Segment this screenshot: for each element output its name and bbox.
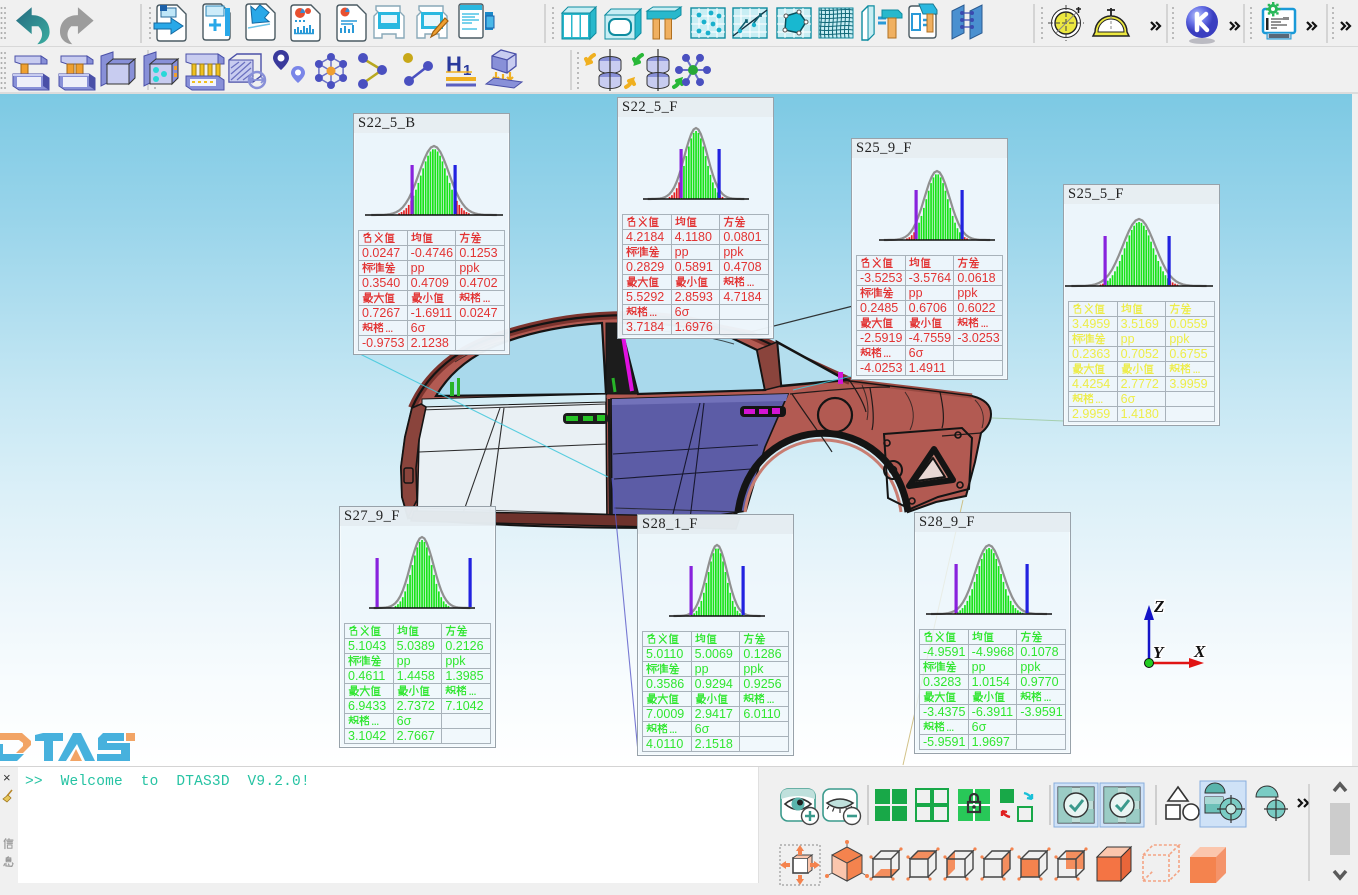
svg-text:Z: Z (1153, 597, 1164, 616)
svg-text:1: 1 (463, 62, 471, 79)
svg-text:Y: Y (1153, 643, 1165, 662)
svg-text:H: H (446, 52, 462, 77)
svg-text:X: X (1193, 642, 1206, 661)
